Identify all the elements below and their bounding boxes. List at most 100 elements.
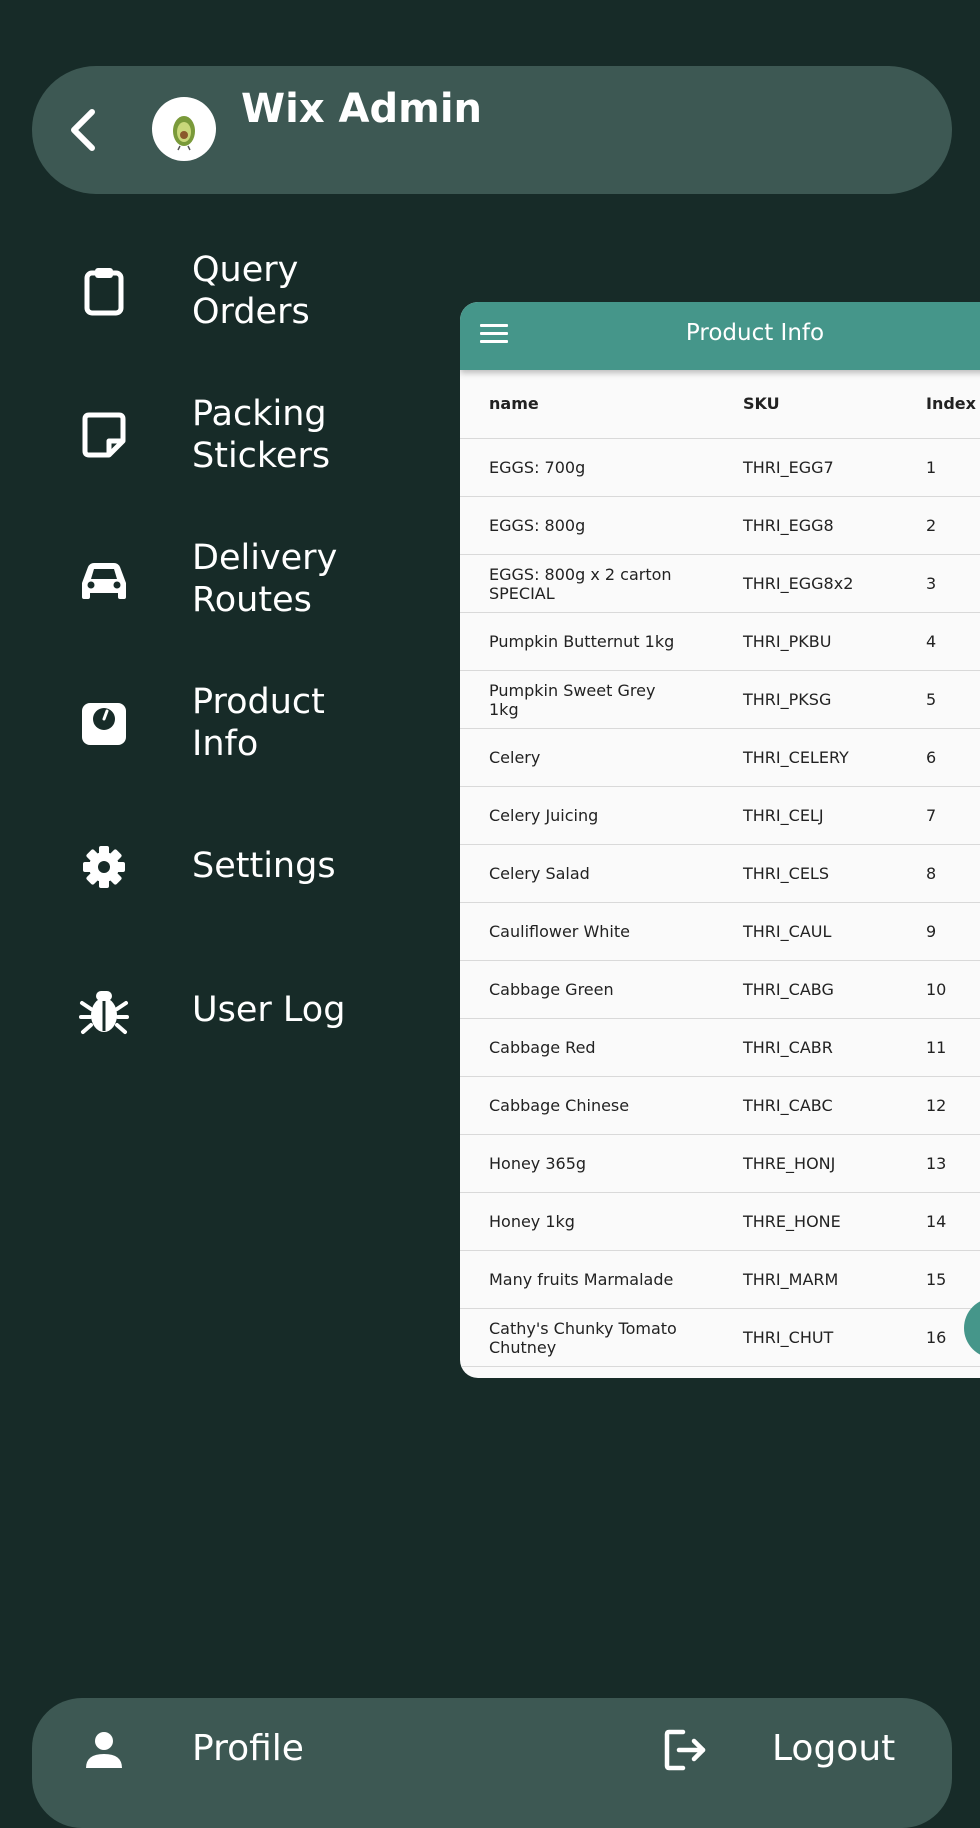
- table-row[interactable]: EGGS: 800g THRI_EGG8 2: [460, 497, 980, 555]
- nav-item-settings[interactable]: Settings: [0, 811, 440, 921]
- product-index-cell: [926, 1367, 980, 1378]
- product-sku-cell: THRI_EGG7: [743, 458, 834, 477]
- table-row[interactable]: Pumpkin Sweet Grey 1kg THRI_PKSG 5: [460, 671, 980, 729]
- profile-label: Profile: [192, 1728, 304, 1769]
- product-sku-cell: THRI_CELS: [743, 864, 829, 883]
- product-table: name SKU Index EGGS: 700g THRI_EGG7 1 EGGS:…: [460, 370, 980, 1378]
- table-row[interactable]: Honey 365g THRE_HONJ 13: [460, 1135, 980, 1193]
- panel-app-bar: Product Info: [460, 302, 980, 370]
- product-index-cell: 7: [926, 806, 937, 825]
- product-sku-cell: THRI_EGG8x2: [743, 574, 854, 593]
- product-sku-cell: THRI_PKBU: [743, 632, 832, 651]
- product-index-cell: 5: [926, 690, 937, 709]
- product-sku-cell: THRI_CELERY: [743, 748, 849, 767]
- table-row[interactable]: EGGS: 700g THRI_EGG7 1: [460, 439, 980, 497]
- product-index-cell: 6: [926, 748, 937, 767]
- nav-item-delivery-routes[interactable]: Delivery Routes: [0, 523, 440, 633]
- column-header-sku[interactable]: SKU: [743, 394, 780, 413]
- table-row[interactable]: Cabbage Green THRI_CABG 10: [460, 961, 980, 1019]
- product-name-cell: Cabbage Chinese: [489, 1096, 630, 1115]
- product-index-cell: 1: [926, 458, 937, 477]
- nav-label-line: Orders: [192, 292, 310, 332]
- chevron-left-icon: [71, 109, 95, 151]
- product-sku-cell: THRI_CABC: [743, 1096, 833, 1115]
- table-row[interactable]: EGGS: 800g x 2 carton SPECIAL THRI_EGG8x2…: [460, 555, 980, 613]
- product-sku-cell: [743, 1367, 913, 1378]
- table-row[interactable]: Celery Salad THRI_CELS 8: [460, 845, 980, 903]
- product-sku-cell: THRI_EGG8: [743, 516, 834, 535]
- nav-label-line: Query: [192, 250, 299, 290]
- nav-label-line: Packing: [192, 394, 327, 434]
- product-name-cell: Celery: [489, 748, 541, 767]
- nav-item-user-log[interactable]: User Log: [0, 955, 440, 1065]
- nav-label: Delivery Routes: [192, 537, 422, 621]
- product-sku-cell: THRE_HONJ: [743, 1154, 836, 1173]
- column-header-index[interactable]: Index: [926, 394, 976, 413]
- table-row[interactable]: Cabbage Chinese THRI_CABC 12: [460, 1077, 980, 1135]
- product-name-cell: Celery Juicing: [489, 806, 599, 825]
- car-icon: [82, 563, 126, 599]
- back-button[interactable]: [62, 102, 106, 158]
- nav-label: Settings: [192, 845, 422, 887]
- table-header: name SKU Index: [460, 370, 980, 439]
- product-sku-cell: THRI_PKSG: [743, 690, 832, 709]
- bug-icon: [79, 991, 129, 1034]
- nav-label: Product Info: [192, 681, 422, 765]
- avatar: [152, 97, 216, 161]
- app-title: Wix Admin: [241, 86, 483, 132]
- product-name-cell: Pumpkin Butternut 1kg: [489, 632, 675, 651]
- product-sku-cell: THRE_HONE: [743, 1212, 841, 1231]
- table-row[interactable]: Cabbage Red THRI_CABR 11: [460, 1019, 980, 1077]
- product-sku-cell: THRI_MARM: [743, 1270, 839, 1289]
- product-name-cell: Many fruits Marmalade: [489, 1270, 674, 1289]
- nav-item-query-orders[interactable]: Query Orders: [0, 235, 440, 345]
- table-body: EGGS: 700g THRI_EGG7 1 EGGS: 800g THRI_EGG8 2…: [460, 439, 980, 1378]
- scale-icon: [82, 703, 126, 745]
- product-name-cell: EGGS: 800g: [489, 516, 586, 535]
- product-name-cell: Celery Salad: [489, 864, 590, 883]
- product-name-cell: Honey 1kg: [489, 1212, 575, 1231]
- product-name-cell: EGGS: 700g: [489, 458, 586, 477]
- product-name-cell: Cathy's Bloody Yummy: [489, 1367, 689, 1378]
- nav-label-line: Stickers: [192, 436, 331, 476]
- product-name-cell: Cabbage Green: [489, 980, 614, 999]
- product-name-cell: Cabbage Red: [489, 1038, 596, 1057]
- nav-label-line: Info: [192, 724, 259, 764]
- product-name-cell: Pumpkin Sweet Grey 1kg: [489, 680, 656, 719]
- table-row[interactable]: Cauliflower White THRI_CAUL 9: [460, 903, 980, 961]
- nav-label: User Log: [192, 989, 422, 1031]
- product-name-cell: EGGS: 800g x 2 carton SPECIAL: [489, 564, 672, 603]
- nav-label-line: Delivery: [192, 538, 338, 578]
- product-index-cell: 8: [926, 864, 937, 883]
- product-index-cell: 4: [926, 632, 937, 651]
- nav-item-product-info[interactable]: Product Info: [0, 667, 440, 777]
- product-sku-cell: THRI_CABG: [743, 980, 834, 999]
- table-row[interactable]: Celery THRI_CELERY 6: [460, 729, 980, 787]
- table-row[interactable]: Pumpkin Butternut 1kg THRI_PKBU 4: [460, 613, 980, 671]
- logout-button[interactable]: Logout: [655, 1710, 915, 1790]
- clipboard-icon: [84, 268, 124, 316]
- column-header-name[interactable]: name: [489, 394, 539, 413]
- nav-label-line: Settings: [192, 846, 336, 886]
- logout-icon: [664, 1729, 706, 1771]
- product-name-cell: Cathy's Chunky Tomato Chutney: [489, 1318, 677, 1357]
- product-sku-cell: THRI_CAUL: [743, 922, 832, 941]
- profile-button[interactable]: Profile: [70, 1710, 370, 1790]
- table-row[interactable]: Honey 1kg THRE_HONE 14: [460, 1193, 980, 1251]
- product-index-cell: 10: [926, 980, 947, 999]
- product-sku-cell: THRI_CHUT: [743, 1328, 834, 1347]
- gear-icon: [83, 846, 125, 888]
- logout-label: Logout: [772, 1728, 896, 1769]
- product-index-cell: 13: [926, 1154, 947, 1173]
- table-row[interactable]: Cathy's Bloody Yummy: [460, 1367, 980, 1378]
- sticky-note-icon: [82, 412, 126, 458]
- nav-label-line: Product: [192, 682, 325, 722]
- product-info-panel: Product Info name SKU Index EGGS: 700g TH…: [460, 302, 980, 1378]
- product-name-cell: Cauliflower White: [489, 922, 630, 941]
- nav-item-packing-stickers[interactable]: Packing Stickers: [0, 379, 440, 489]
- table-row[interactable]: Celery Juicing THRI_CELJ 7: [460, 787, 980, 845]
- table-row[interactable]: Many fruits Marmalade THRI_MARM 15: [460, 1251, 980, 1309]
- table-row[interactable]: Cathy's Chunky Tomato Chutney THRI_CHUT 16: [460, 1309, 980, 1367]
- product-name-cell: Honey 365g: [489, 1154, 587, 1173]
- product-index-cell: 11: [926, 1038, 947, 1057]
